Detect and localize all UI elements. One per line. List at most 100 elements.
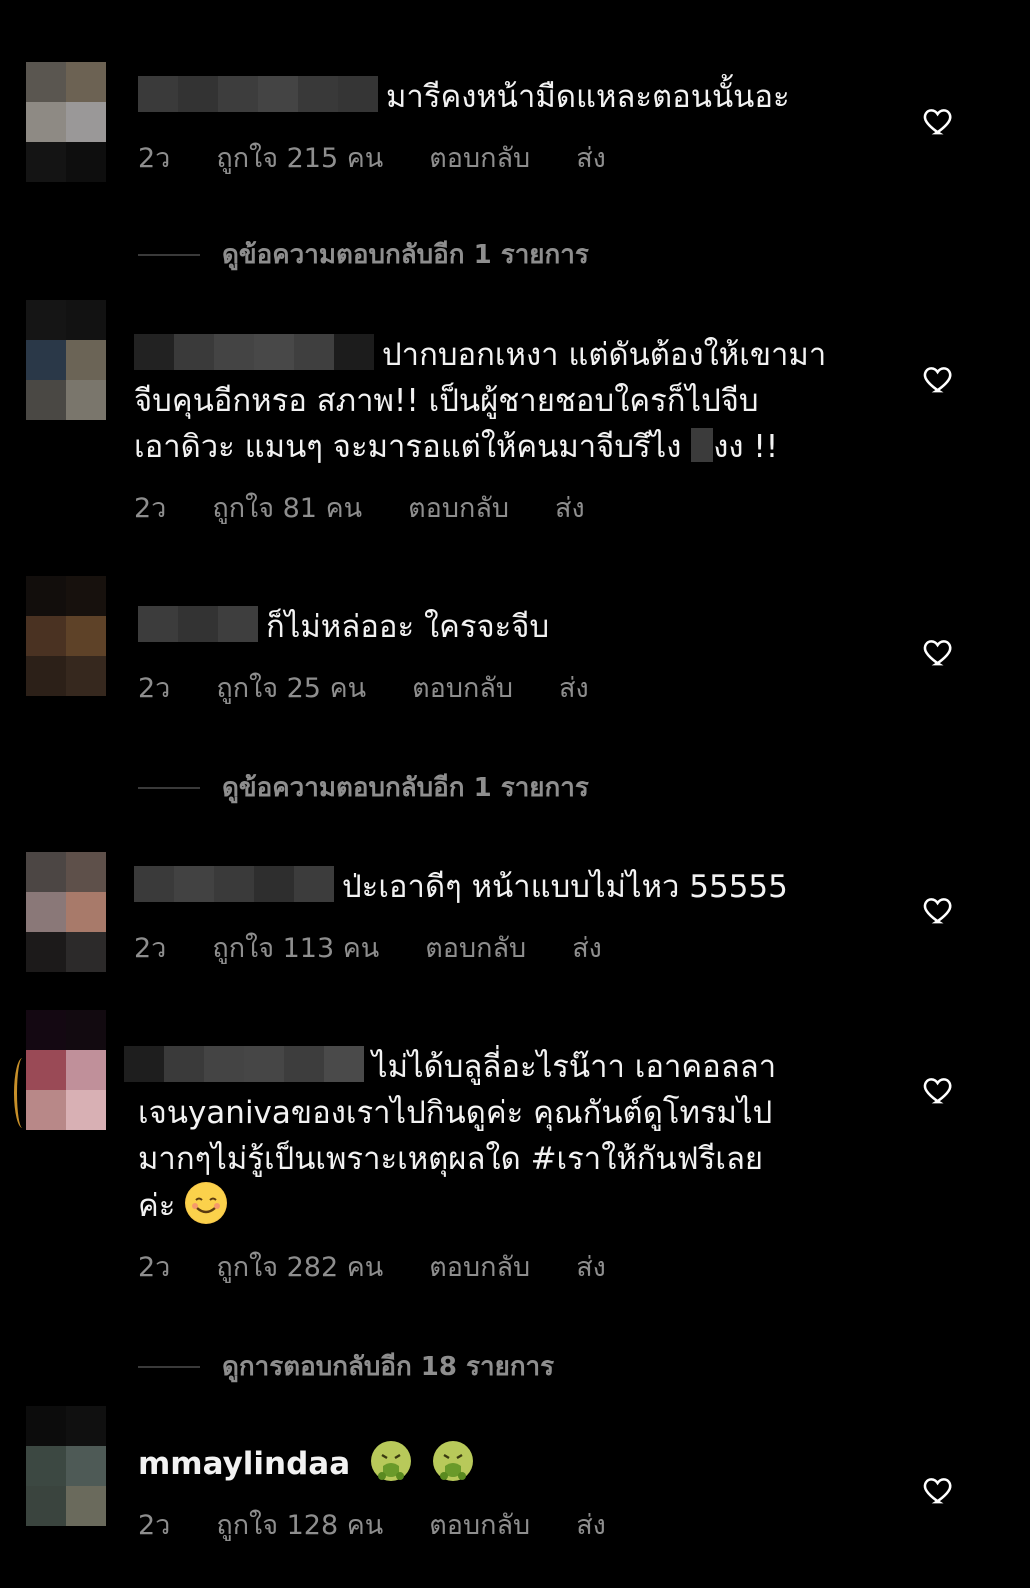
send-button[interactable]: ส่ง [559,666,589,709]
username-blur-block [178,606,218,642]
censored-word [691,428,714,462]
username-blur-block [218,76,258,112]
like-count[interactable]: ถูกใจ 25 คน [216,666,366,709]
heart-icon[interactable] [922,1473,956,1507]
timestamp: 2ว [138,1252,171,1283]
avatar-pixel [26,1486,66,1526]
smiling-face-emoji-icon [185,1182,228,1224]
view-replies-link[interactable]: ดูการตอบกลับอีก 18 รายการ [138,1346,554,1387]
avatar-pixel [26,656,66,696]
avatar[interactable] [26,300,106,420]
avatar-pixel [26,1090,66,1130]
username-blur-block [138,606,178,642]
comment-text-line-3: มากๆไม่รู้เป็นเพราะเหตุผลใด #เราให้กันฟร… [138,1141,764,1177]
like-count[interactable]: ถูกใจ 81 คน [212,486,362,529]
username-blurred[interactable] [134,334,374,370]
avatar-pixel [66,656,106,696]
username-blurred[interactable] [134,866,334,902]
username-blur-block [178,76,218,112]
reply-button[interactable]: ตอบกลับ [408,486,509,529]
username-blur-block [138,76,178,112]
like-count[interactable]: ถูกใจ 113 คน [212,926,379,969]
username-blur-block [218,606,258,642]
like-count[interactable]: ถูกใจ 282 คน [216,1245,383,1288]
username-blurred[interactable] [138,606,258,642]
username-blur-block [294,334,334,370]
avatar-pixel [66,62,106,102]
send-button[interactable]: ส่ง [555,486,585,529]
reply-button[interactable]: ตอบกลับ [429,1503,530,1546]
avatar[interactable] [26,852,106,972]
username-blurred[interactable] [138,76,378,112]
view-replies-link[interactable]: ดูข้อความตอบกลับอีก 1 รายการ [138,234,589,275]
comment-text-line-4: ค่ะ [138,1188,176,1224]
reply-button[interactable]: ตอบกลับ [429,1245,530,1288]
username-blur-block [254,334,294,370]
view-replies-label: ดูการตอบกลับอีก 18 รายการ [222,1352,555,1382]
comment-body: mmaylindaa 2ว ถูกใจ 128 คน ตอบกลับ ส่ง [138,1440,878,1546]
username-blur-block [174,334,214,370]
comment-body: ปากบอกเหงา แต่ดันต้องให้เขามา จีบคุนอีกห… [134,332,874,529]
avatar-pixel [66,380,106,420]
heart-icon[interactable] [922,104,956,138]
comment-body: ป่ะเอาดีๆ หน้าแบบไม่ไหว 55555 2ว ถูกใจ 1… [134,864,874,969]
view-replies-label: ดูข้อความตอบกลับอีก 1 รายการ [222,773,589,803]
comment-text-line-1: ไม่ได้บลูลี่อะไรน๊าา เอาคอลลา [372,1049,777,1085]
avatar-pixel [66,1446,106,1486]
avatar[interactable] [26,1010,106,1130]
comment-text: ป่ะเอาดีๆ หน้าแบบไม่ไหว 55555 [342,869,788,905]
view-replies-link[interactable]: ดูข้อความตอบกลับอีก 1 รายการ [138,767,589,808]
avatar-pixel [66,1010,106,1050]
avatar-pixel [26,892,66,932]
reply-button[interactable]: ตอบกลับ [429,136,530,179]
heart-icon[interactable] [922,362,956,396]
comment-text-line-2: จีบคุนอีกหรอ สภาพ!! เป็นผู้ชายชอบใครก็ไป… [134,383,759,419]
avatar-pixel [26,616,66,656]
avatar-pixel [66,1050,106,1090]
comment-text-line-3: เอาดิวะ แมนๆ จะมารอแต่ให้คนมาจีบรึไง [134,429,682,465]
send-button[interactable]: ส่ง [576,1503,606,1546]
heart-icon[interactable] [922,1073,956,1107]
username[interactable]: mmaylindaa [138,1446,350,1482]
avatar-pixel [26,102,66,142]
avatar[interactable] [26,1406,106,1526]
username-blur-block [298,76,338,112]
send-button[interactable]: ส่ง [576,1245,606,1288]
nauseated-face-emoji-icon [370,1440,412,1482]
username-blurred[interactable] [124,1046,364,1082]
timestamp: 2ว [138,1510,171,1541]
avatar-pixel [66,102,106,142]
comment-text: มารีคงหน้ามืดแหละตอนนั้นอะ [386,79,790,115]
reply-button[interactable]: ตอบกลับ [425,926,526,969]
heart-icon[interactable] [922,635,956,669]
avatar-pixel [66,576,106,616]
username-blur-block [174,866,214,902]
nauseated-face-emoji-icon [432,1440,474,1482]
send-button[interactable]: ส่ง [572,926,602,969]
avatar[interactable] [26,62,106,182]
username-blur-block [258,76,298,112]
username-blur-block [334,334,374,370]
comment-meta: 2ว ถูกใจ 128 คน ตอบกลับ ส่ง [138,1503,878,1546]
like-count[interactable]: ถูกใจ 215 คน [216,136,383,179]
reply-button[interactable]: ตอบกลับ [412,666,513,709]
avatar-pixel [66,1090,106,1130]
avatar-pixel [26,1446,66,1486]
like-count[interactable]: ถูกใจ 128 คน [216,1503,383,1546]
avatar[interactable] [26,576,106,696]
avatar-pixel [66,932,106,972]
comment-text-line-3-end: งง !! [713,429,779,465]
heart-icon[interactable] [922,893,956,927]
avatar-pixel [26,1050,66,1090]
comment-meta: 2ว ถูกใจ 25 คน ตอบกลับ ส่ง [138,666,878,709]
avatar-pixel [26,62,66,102]
comment-meta: 2ว ถูกใจ 81 คน ตอบกลับ ส่ง [134,486,874,529]
avatar-pixel [26,852,66,892]
send-button[interactable]: ส่ง [576,136,606,179]
comment-text-line-2: เจนyanivaของเราไปกินดูค่ะ คุณกันต์ดูโทรม… [138,1095,773,1131]
timestamp: 2ว [134,493,167,524]
timestamp: 2ว [138,143,171,174]
avatar-pixel [66,616,106,656]
username-blur-block [254,866,294,902]
avatar-pixel [66,340,106,380]
